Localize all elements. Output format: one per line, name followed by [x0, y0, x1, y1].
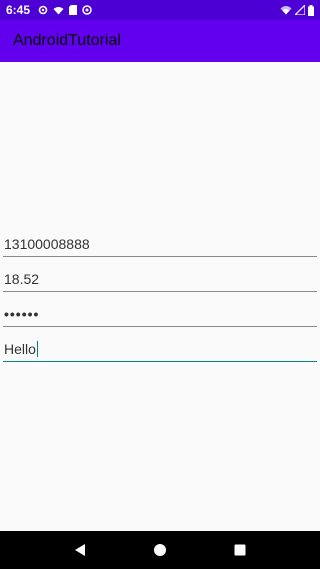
- status-time: 6:45: [6, 3, 31, 17]
- battery-icon: [308, 4, 314, 16]
- navigation-bar: [0, 531, 320, 569]
- phone-field[interactable]: 13100008888: [3, 227, 317, 257]
- decimal-field-value: 18.52: [4, 271, 40, 287]
- wifi-signal-icon: [280, 5, 292, 15]
- home-button[interactable]: [148, 538, 172, 562]
- text-cursor: [36, 341, 38, 357]
- password-field[interactable]: ••••••: [3, 297, 317, 327]
- status-bar: 6:45: [0, 0, 320, 20]
- sync-icon: [82, 5, 92, 15]
- recents-button[interactable]: [228, 538, 252, 562]
- settings-icon: [38, 5, 48, 15]
- app-title: AndroidTutorial: [13, 32, 121, 49]
- recents-icon: [234, 544, 246, 556]
- text-field[interactable]: Hello: [3, 332, 317, 362]
- app-bar: AndroidTutorial: [0, 20, 320, 62]
- sd-card-icon: [69, 5, 78, 15]
- password-field-value: ••••••: [4, 306, 40, 322]
- status-left-icons: [38, 5, 92, 15]
- wifi-icon: [53, 6, 64, 15]
- screen: 6:45 AndroidTutorial 13100008888 18.52 •…: [0, 0, 320, 569]
- back-icon: [75, 544, 85, 556]
- decimal-field[interactable]: 18.52: [3, 262, 317, 292]
- signal-icon: [295, 5, 305, 15]
- back-button[interactable]: [68, 538, 92, 562]
- phone-field-value: 13100008888: [4, 236, 90, 252]
- text-field-value: Hello: [4, 341, 36, 357]
- status-right-icons: [280, 4, 314, 16]
- home-icon: [154, 544, 166, 556]
